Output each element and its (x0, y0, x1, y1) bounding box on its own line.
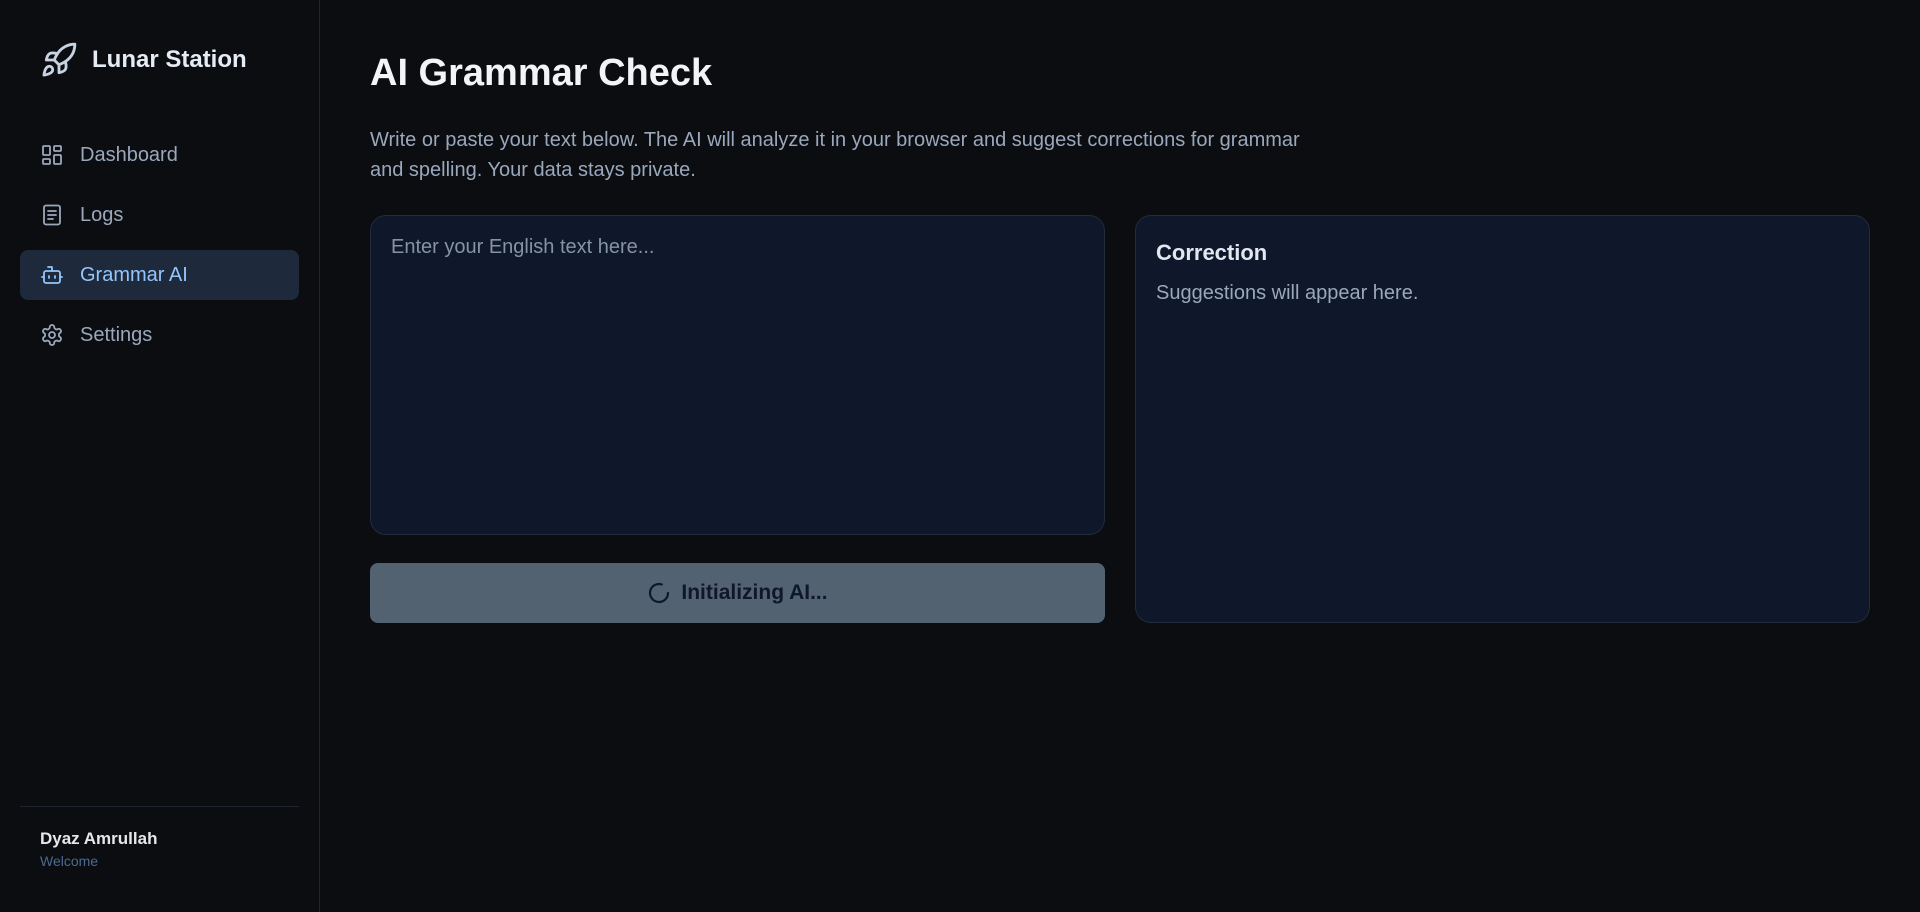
user-profile[interactable]: Dyaz Amrullah Welcome (20, 806, 299, 912)
robot-icon (40, 263, 64, 287)
correction-panel: Correction Suggestions will appear here. (1135, 215, 1870, 623)
document-icon (40, 203, 64, 227)
spinner-icon (647, 581, 671, 605)
correction-text: Suggestions will appear here. (1156, 282, 1419, 304)
rocket-icon (40, 41, 78, 79)
user-name: Dyaz Amrullah (40, 829, 158, 848)
sidebar: Lunar Station Dashboard Logs Grammar AI … (0, 0, 320, 912)
main-content: AI Grammar Check Write or paste your tex… (320, 0, 1920, 912)
app: Lunar Station Dashboard Logs Grammar AI … (0, 0, 1920, 912)
gear-icon (40, 323, 64, 347)
user-subtitle: Welcome (40, 853, 99, 869)
correction-title: Correction (1156, 240, 1268, 265)
sidebar-item-grammar-ai[interactable]: Grammar AI (20, 250, 299, 300)
page-description: Write or paste your text below. The AI w… (370, 129, 1300, 181)
sidebar-item-label: Dashboard (80, 143, 178, 166)
text-input[interactable] (370, 215, 1105, 535)
input-column: Initializing AI... (370, 215, 1105, 623)
sidebar-item-dashboard[interactable]: Dashboard (20, 130, 299, 180)
sidebar-item-label: Logs (80, 203, 124, 226)
button-label: Initializing AI... (681, 581, 828, 604)
sidebar-nav: Dashboard Logs Grammar AI Settings (20, 130, 299, 360)
sidebar-item-logs[interactable]: Logs (20, 190, 299, 240)
brand[interactable]: Lunar Station (20, 0, 299, 120)
check-grammar-button[interactable]: Initializing AI... (370, 563, 1105, 623)
sidebar-item-label: Settings (80, 323, 153, 346)
sidebar-item-settings[interactable]: Settings (20, 310, 299, 360)
panels: Initializing AI... Correction Suggestion… (370, 215, 1870, 623)
sidebar-item-label: Grammar AI (80, 263, 188, 286)
brand-name: Lunar Station (92, 46, 247, 73)
dashboard-icon (40, 143, 64, 167)
page-title: AI Grammar Check (370, 52, 713, 94)
